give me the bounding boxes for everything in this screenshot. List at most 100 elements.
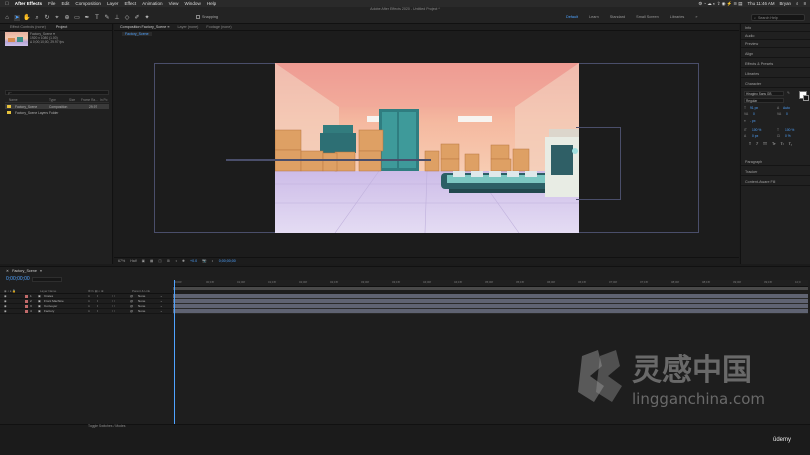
close-tab-icon[interactable]: ✕ — [6, 269, 9, 273]
workspace-learn[interactable]: Learn — [589, 15, 599, 19]
faux-bold-button[interactable]: T — [749, 142, 751, 146]
panel-align[interactable]: Align — [741, 50, 810, 58]
kerning-value[interactable]: 0 — [753, 112, 755, 116]
visibility-eye-icon[interactable]: ◉ — [4, 309, 7, 313]
layer-label-color[interactable] — [25, 309, 28, 313]
workspace-libraries[interactable]: Libraries — [670, 15, 685, 19]
composition-canvas[interactable] — [275, 63, 579, 233]
column-type[interactable]: Type — [49, 98, 56, 102]
menubar-user[interactable]: Bryan — [779, 1, 790, 6]
mask-visibility-icon[interactable]: ◫ — [158, 259, 161, 263]
visibility-eye-icon[interactable]: ◉ — [4, 294, 7, 298]
chevron-down-icon[interactable]: ⌄ — [160, 299, 163, 303]
parent-pickwhip-icon[interactable]: @ — [130, 299, 133, 303]
visibility-eye-icon[interactable]: ◉ — [4, 304, 7, 308]
layer-name[interactable]: Conveyer — [44, 304, 57, 308]
parent-select[interactable]: None — [138, 299, 145, 303]
parent-pickwhip-icon[interactable]: @ — [130, 294, 133, 298]
timeline-layer-row[interactable]: ◉ 4 ▣ Factory ⌂ / ▫ ▫ @ None ⌄ — [0, 309, 172, 314]
font-family-select[interactable]: Hiragino Sans GB — [744, 91, 784, 96]
timeline-search-input[interactable] — [32, 277, 62, 282]
tracking-value[interactable]: 0 — [786, 112, 788, 116]
color-channel-icon[interactable]: ◑ — [175, 259, 177, 263]
timeline-comp-name[interactable]: Factory_Scene — [12, 269, 37, 273]
apple-menu-icon[interactable]:  — [5, 1, 9, 7]
font-size-value[interactable]: 91 px — [750, 106, 758, 110]
vertical-scale-value[interactable]: 100 % — [752, 128, 761, 132]
font-style-select[interactable]: Regular — [744, 98, 784, 103]
layer-label-color[interactable] — [25, 304, 28, 308]
work-area-bar[interactable] — [173, 287, 808, 290]
panel-info[interactable]: Info — [741, 24, 810, 32]
all-caps-button[interactable]: TT — [763, 142, 767, 146]
layer-name[interactable]: Factory — [44, 309, 54, 313]
panel-preview[interactable]: Preview — [741, 40, 810, 48]
tab-footage[interactable]: Footage (none) — [206, 25, 231, 29]
menu-effect[interactable]: Effect — [124, 1, 136, 6]
menu-window[interactable]: Window — [184, 1, 200, 6]
parent-select[interactable]: None — [138, 309, 145, 313]
time-ruler[interactable]: 0;00f 00;15f 01;00f 01;15f 02;00f 02;15f 03;00… — [173, 280, 808, 287]
menubar-clock[interactable]: Thu 11:46 AM — [747, 1, 774, 6]
parent-pickwhip-icon[interactable]: @ — [130, 304, 133, 308]
chevron-down-icon[interactable]: ⌄ — [160, 304, 163, 308]
motion-blur-switch-icon[interactable]: / — [97, 299, 98, 303]
roto-brush-tool-icon[interactable]: ✐ — [134, 15, 140, 21]
eyedropper-icon[interactable]: ✎ — [787, 91, 790, 95]
superscript-button[interactable]: T¹ — [781, 142, 784, 146]
search-help-input[interactable]: ⌕ Search Help — [751, 14, 805, 21]
eraser-tool-icon[interactable]: ◇ — [124, 15, 130, 21]
type-tool-icon[interactable]: T — [94, 15, 100, 21]
leading-value[interactable]: Auto — [783, 106, 790, 110]
stroke-width-value[interactable]: - px — [750, 119, 756, 123]
baseline-shift-value[interactable]: 0 px — [752, 134, 758, 138]
parent-select[interactable]: None — [138, 294, 145, 298]
clone-stamp-tool-icon[interactable]: ⊥ — [114, 15, 120, 21]
parent-select[interactable]: None — [138, 304, 145, 308]
project-search-input[interactable]: ρ~ — [5, 90, 109, 95]
camera-tool-icon[interactable]: ⌖ — [54, 15, 60, 21]
shy-switch-icon[interactable]: ⌂ — [88, 299, 90, 303]
show-channel-icon[interactable]: ◐ — [212, 259, 214, 263]
panel-tracker[interactable]: Tracker — [741, 168, 810, 176]
grid-guides-icon[interactable]: ⊞ — [167, 259, 170, 263]
column-parent[interactable]: Parent & Link — [132, 289, 150, 293]
layer-name[interactable]: Front Machine — [44, 299, 64, 303]
project-item-row[interactable]: Factory_Scene Composition 29.97 — [5, 104, 109, 109]
tab-composition[interactable]: Composition Factory_Scene ≡ — [120, 25, 170, 29]
workspace-standard[interactable]: Standard — [610, 15, 625, 19]
column-layer-name[interactable]: Layer Name — [40, 289, 56, 293]
rotate-tool-icon[interactable]: ↻ — [44, 15, 50, 21]
puppet-tool-icon[interactable]: ✦ — [144, 15, 150, 21]
layer-track-bar[interactable] — [173, 309, 808, 314]
tsume-value[interactable]: 0 % — [785, 134, 791, 138]
stroke-color-swatch[interactable] — [803, 95, 809, 101]
project-item-row[interactable]: Factory_Scene Layers Folder — [5, 110, 109, 115]
motion-blur-switch-icon[interactable]: / — [97, 309, 98, 313]
workspace-small-screen[interactable]: Small Screen — [636, 15, 659, 19]
small-caps-button[interactable]: Tт — [772, 142, 776, 146]
snapshot-icon[interactable]: 📷 — [202, 259, 206, 263]
panel-content-aware-fill[interactable]: Content-Aware Fill — [741, 178, 810, 186]
tab-project[interactable]: Project — [56, 25, 67, 29]
status-icons[interactable]: ⚙ ◔ ☁ ◐ ⇪ ◉ ⚡ ≋ ▤ — [698, 1, 742, 7]
rectangle-tool-icon[interactable]: ▭ — [74, 15, 80, 21]
magnification-select[interactable]: 67% — [118, 259, 125, 263]
tab-effect-controls[interactable]: Effect Controls (none) — [10, 25, 46, 29]
pan-behind-tool-icon[interactable]: ⊕ — [64, 15, 70, 21]
column-frame-rate[interactable]: Frame Ra... — [81, 98, 98, 102]
layer-label-color[interactable] — [25, 294, 28, 298]
zoom-tool-icon[interactable]: ⌕ — [34, 15, 40, 21]
menu-composition[interactable]: Composition — [75, 1, 101, 6]
menu-app-name[interactable]: After Effects — [15, 1, 42, 6]
region-of-interest-icon[interactable]: ▣ — [142, 259, 145, 263]
exposure-value[interactable]: +0.0 — [190, 259, 197, 263]
visibility-eye-icon[interactable]: ◉ — [4, 299, 7, 303]
selection-tool-icon[interactable]: ➤ — [14, 15, 20, 21]
shy-switch-icon[interactable]: ⌂ — [88, 304, 90, 308]
snapping-checkbox[interactable] — [196, 15, 200, 19]
motion-blur-switch-icon[interactable]: / — [97, 294, 98, 298]
menu-file[interactable]: File — [48, 1, 55, 6]
panel-libraries[interactable]: Libraries — [741, 70, 810, 78]
layer-label-color[interactable] — [25, 299, 28, 303]
